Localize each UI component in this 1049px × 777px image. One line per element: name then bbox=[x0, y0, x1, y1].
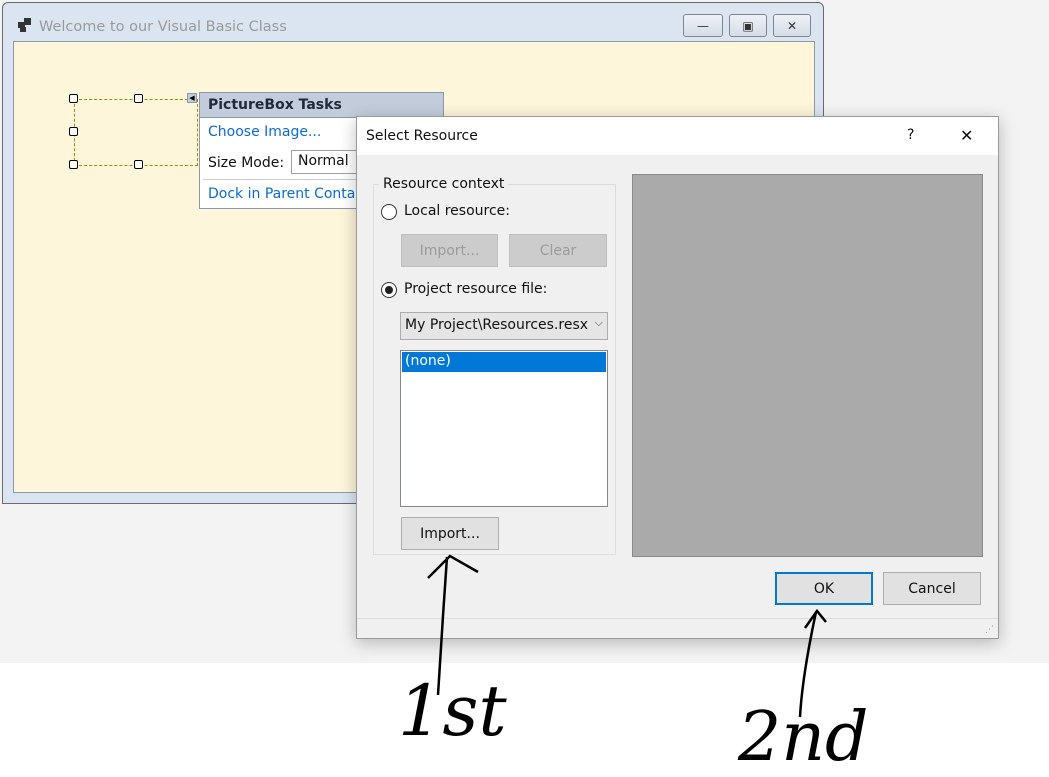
annotation-second: 2nd bbox=[738, 698, 869, 777]
handwritten-arrows bbox=[427, 554, 827, 718]
first-arrowhead bbox=[427, 554, 479, 579]
annotation-first: 1st bbox=[398, 670, 507, 752]
